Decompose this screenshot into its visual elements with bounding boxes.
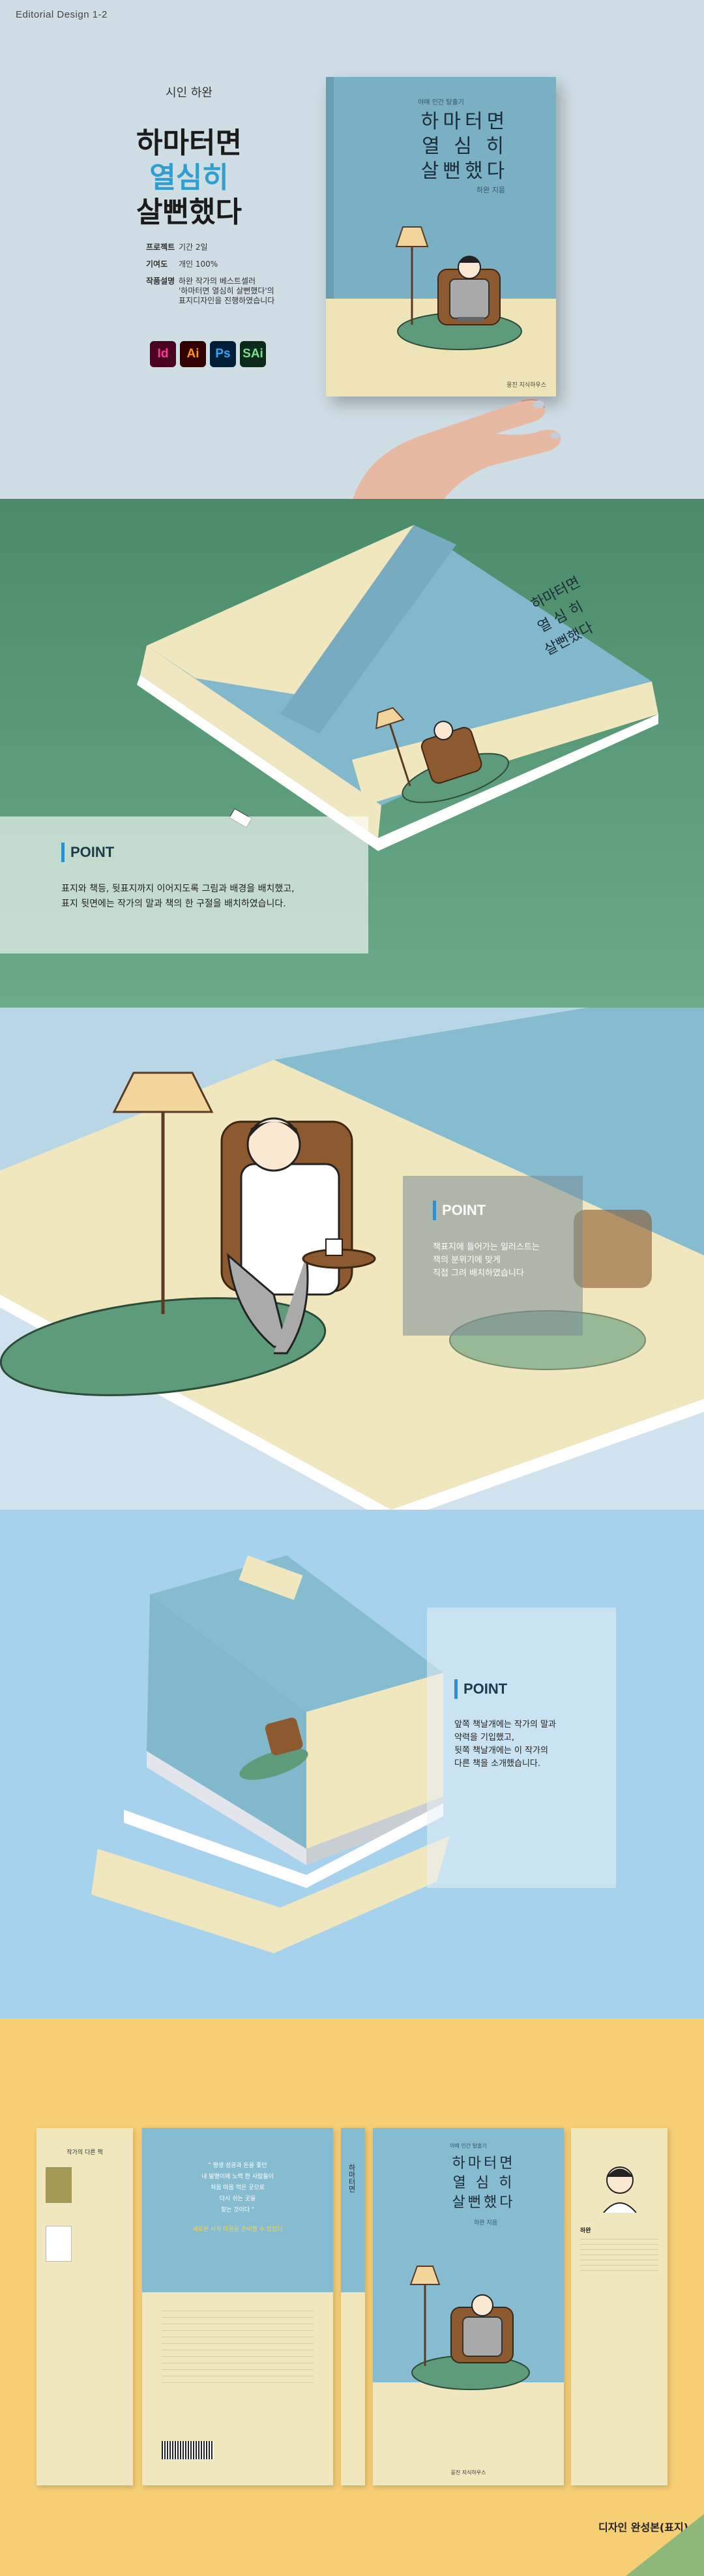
point-title: POINT (442, 1202, 486, 1218)
book-subtitle: 시인 하완 (166, 86, 213, 100)
info-contribution: 기여도 개인 100% (146, 260, 218, 269)
hand-illustration (353, 399, 561, 499)
info-description: 작품설명 하완 작가의 베스트셀러 '하마터면 열심히 살뻔했다'의 표지디자인을… (146, 277, 274, 306)
back-quote-highlight: 새로운 시작 마음을 준비할 수 있었다 (192, 2226, 283, 2233)
back-cover: " 평생 성공과 돈을 좇던 내 발명이에 노력 한 사람들이 처음 마음 먹은… (142, 2128, 333, 2485)
book-title-line2: 열심히 (149, 161, 229, 194)
info-project: 프로젝트 기간 2일 (146, 243, 208, 252)
point-description: 앞쪽 책날개에는 작가의 말과 약력을 기입했고, 뒷쪽 책날개에는 이 작가의… (454, 1720, 556, 1769)
point-box-1: POINT 표지와 책등, 뒷표지까지 이어지도록 그림과 배경을 배치했고, … (0, 816, 368, 953)
front-flap: 하완 (571, 2128, 667, 2485)
cover-author: 하완 지음 (477, 186, 505, 194)
point-box-3: POINT 앞쪽 책날개에는 작가의 말과 약력을 기입했고, 뒷쪽 책날개에는… (427, 1608, 616, 1888)
info-value: 기간 2일 (179, 243, 208, 252)
indesign-icon: Id (150, 341, 176, 367)
flat-cover-section: 작가의 다른 책 " 평생 성공과 돈을 좇던 내 발명이에 노력 한 사람들이… (0, 2018, 704, 2576)
spine-title: 하마터면 (347, 2164, 356, 2193)
other-book-thumb (46, 2226, 72, 2262)
author-portrait (591, 2154, 649, 2213)
corner-accent (626, 2514, 704, 2576)
book-title-line3: 살뻔했다 (136, 196, 242, 229)
sai-icon: SAi (240, 341, 266, 367)
back-text-block (162, 2311, 314, 2389)
author-name: 하완 (580, 2228, 591, 2234)
info-value: 하완 작가의 베스트셀러 '하마터면 열심히 살뻔했다'의 표지디자인을 진행하… (179, 277, 275, 305)
info-label: 기여도 (146, 260, 168, 269)
point-box-2: POINT 책표지에 들어가는 일러스트는 책의 분위기에 맞게 직접 그려 배… (403, 1176, 583, 1336)
front-cover-illustration (409, 2266, 530, 2390)
mockup-open-book-section: 하마터면 열 심 히 살뻔했다 POINT 표지와 책등, 뒷표지까지 이어지도… (0, 499, 704, 1008)
front-cover: 야매 인간 탈출기 하마터면 열 심 히 살뻔했다 하완 지음 웅진 지식하우스 (373, 2128, 564, 2485)
front-cover-tag: 야매 인간 탈출기 (450, 2143, 487, 2149)
header-label: Editorial Design 1-2 (16, 9, 108, 20)
back-flap-heading: 작가의 다른 책 (66, 2149, 103, 2156)
cover-title: 하마터면 열 심 히 살뻔했다 (420, 110, 509, 183)
point-title: POINT (70, 844, 115, 860)
barcode (162, 2441, 214, 2459)
back-flap: 작가의 다른 책 (37, 2128, 133, 2485)
book-title-line1: 하마터면 (136, 127, 242, 160)
app-icons: Id Ai Ps SAi (150, 341, 270, 367)
point-description: 표지와 책등, 뒷표지까지 이어지도록 그림과 배경을 배치했고, 표지 뒷면에… (61, 884, 295, 909)
point-description: 책표지에 들어가는 일러스트는 책의 분위기에 맞게 직접 그려 배치하였습니다 (433, 1242, 540, 1278)
cover-tag: 야매 인간 탈출기 (418, 99, 464, 106)
author-bio (580, 2239, 658, 2271)
book-detail-mockup (0, 1008, 704, 1510)
jacket-flap-section: POINT 앞쪽 책날개에는 작가의 말과 약력을 기입했고, 뒷쪽 책날개에는… (0, 1510, 704, 2018)
front-cover-title: 하마터면 열 심 히 살뻔했다 (452, 2155, 516, 2211)
back-quote: " 평생 성공과 돈을 좇던 내 발명이에 노력 한 사람들이 처음 마음 먹은… (201, 2163, 274, 2213)
cover-illustration (395, 226, 522, 350)
hero-section: Editorial Design 1-2 시인 하완 하마터면 열심히 살뻔했다… (0, 0, 704, 499)
front-cover-author: 하완 지음 (474, 2220, 497, 2226)
illustration-detail-section: POINT 책표지에 들어가는 일러스트는 책의 분위기에 맞게 직접 그려 배… (0, 1008, 704, 1510)
illustrator-icon: Ai (180, 341, 206, 367)
info-value: 개인 100% (179, 260, 218, 269)
spine: 하마터면 (341, 2128, 365, 2485)
point-title: POINT (463, 1681, 508, 1697)
photoshop-icon: Ps (210, 341, 236, 367)
info-label: 작품설명 (146, 277, 175, 286)
other-book-thumb (46, 2167, 72, 2203)
info-label: 프로젝트 (146, 243, 175, 252)
